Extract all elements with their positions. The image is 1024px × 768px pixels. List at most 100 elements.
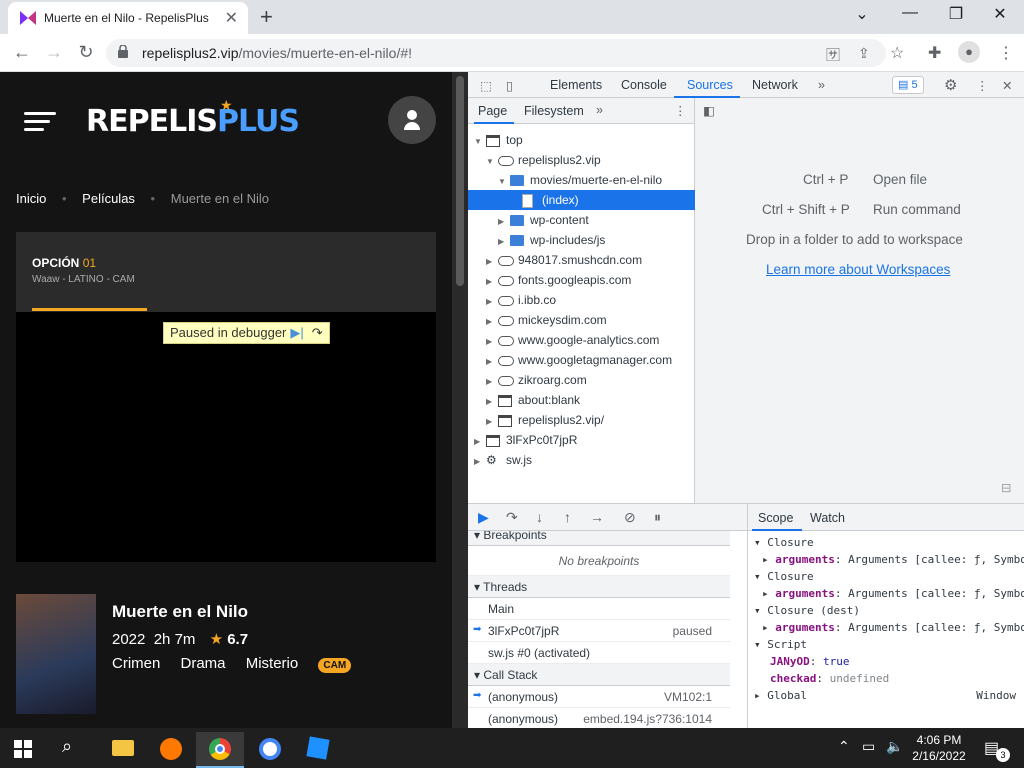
system-clock[interactable]: 4:06 PM 2/16/2022 bbox=[904, 732, 974, 764]
step-over-icon[interactable]: ↷ bbox=[312, 325, 323, 340]
website-scrollbar[interactable] bbox=[452, 72, 468, 728]
translate-icon[interactable]: 🈂 bbox=[826, 45, 840, 65]
collapsed-arrow-icon[interactable]: ▸ bbox=[762, 621, 775, 634]
app-icon[interactable] bbox=[294, 732, 342, 768]
tree-item[interactable]: ▶ ⚙ sw.js bbox=[468, 450, 695, 470]
scope-section[interactable]: ▸ Global Window bbox=[754, 689, 1020, 702]
inspect-element-icon[interactable]: ⬚ bbox=[480, 78, 492, 93]
devtools-menu-icon[interactable]: ⋮ bbox=[976, 78, 989, 93]
reload-icon[interactable]: ↻ bbox=[74, 42, 98, 63]
resume-execution-icon[interactable]: ▶ bbox=[478, 509, 489, 526]
genre-tag[interactable]: Crimen bbox=[112, 655, 160, 672]
tree-item[interactable]: ▶ about:blank bbox=[468, 390, 695, 410]
scope-section[interactable]: ▾ Closure bbox=[754, 536, 814, 549]
profile-icon[interactable]: ● bbox=[958, 41, 980, 63]
collapsed-arrow-icon[interactable]: ▶ bbox=[486, 377, 498, 386]
devtools-close-icon[interactable]: ✕ bbox=[1002, 78, 1012, 93]
extensions-icon[interactable]: ✚ bbox=[928, 43, 941, 63]
movie-poster[interactable] bbox=[16, 594, 96, 714]
chrome-dev-icon[interactable] bbox=[246, 732, 294, 768]
expanded-arrow-icon[interactable]: ▾ bbox=[754, 570, 767, 583]
breakpoints-section-header[interactable]: ▾ Breakpoints bbox=[468, 531, 730, 546]
nav-tab-page[interactable]: Page bbox=[478, 104, 507, 118]
restore-icon[interactable]: ❐ bbox=[936, 4, 976, 24]
tree-item[interactable]: ▶ zikroarg.com bbox=[468, 370, 695, 390]
expanded-arrow-icon[interactable]: ▼ bbox=[498, 177, 510, 186]
tab-watch[interactable]: Watch bbox=[810, 511, 845, 525]
nav-tab-filesystem[interactable]: Filesystem bbox=[524, 104, 584, 118]
tab-search-icon[interactable]: ⌄ bbox=[842, 4, 882, 24]
tab-scope[interactable]: Scope bbox=[758, 511, 793, 525]
genre-tag[interactable]: Drama bbox=[181, 655, 226, 672]
collapsed-arrow-icon[interactable]: ▸ bbox=[762, 553, 775, 566]
site-logo[interactable]: REPELISPLUS ★ bbox=[86, 98, 300, 139]
bookmark-star-icon[interactable]: ☆ bbox=[890, 43, 904, 63]
scope-section[interactable]: ▾ Closure (dest) bbox=[754, 604, 860, 617]
call-frame-row[interactable]: (anonymous) embed.194.js?736:1014 bbox=[468, 708, 730, 728]
step-out-icon[interactable]: ↑ bbox=[564, 509, 571, 525]
learn-workspaces-link[interactable]: Learn more about Workspaces bbox=[766, 262, 950, 277]
tree-item[interactable]: ▶ wp-content bbox=[468, 210, 695, 230]
chrome-icon[interactable] bbox=[196, 732, 244, 768]
video-player[interactable]: Paused in debugger ▶| ↷ bbox=[16, 312, 436, 562]
scope-property[interactable]: checkad: undefined bbox=[770, 672, 889, 685]
show-hidden-icons-icon[interactable]: ⌃ bbox=[838, 738, 850, 755]
collapsed-arrow-icon[interactable]: ▶ bbox=[486, 357, 498, 366]
collapsed-arrow-icon[interactable]: ▸ bbox=[762, 587, 775, 600]
collapsed-arrow-icon[interactable]: ▶ bbox=[486, 417, 498, 426]
tree-item[interactable]: ▶ www.google-analytics.com bbox=[468, 330, 695, 350]
tree-item[interactable]: ▼ movies/muerte-en-el-nilo bbox=[468, 170, 695, 190]
pause-on-exceptions-icon[interactable]: ⏸ bbox=[654, 509, 661, 526]
step-over-icon[interactable]: ↷ bbox=[506, 509, 518, 526]
genre-tag[interactable]: Misterio bbox=[246, 655, 299, 672]
collapsed-arrow-icon[interactable]: ▶ bbox=[486, 337, 498, 346]
browser-tab[interactable]: Muerte en el Nilo - RepelisPlus ✕ bbox=[8, 2, 248, 34]
call-stack-section-header[interactable]: ▾ Call Stack bbox=[468, 664, 730, 686]
collapsed-arrow-icon[interactable]: ▶ bbox=[486, 277, 498, 286]
avast-icon[interactable] bbox=[148, 732, 196, 768]
tree-item[interactable]: ▶ 948017.smushcdn.com bbox=[468, 250, 695, 270]
expanded-arrow-icon[interactable]: ▾ bbox=[754, 536, 767, 549]
navigator-menu-icon[interactable]: ⋮ bbox=[674, 103, 687, 118]
collapsed-arrow-icon[interactable]: ▶ bbox=[486, 297, 498, 306]
window-close-icon[interactable]: ✕ bbox=[980, 4, 1020, 24]
windows-start-icon[interactable] bbox=[14, 740, 32, 758]
tab-sources[interactable]: Sources bbox=[687, 78, 733, 92]
scope-property[interactable]: JANyOD: true bbox=[770, 655, 850, 668]
more-nav-tabs-icon[interactable]: » bbox=[596, 103, 603, 117]
settings-gear-icon[interactable]: ⚙ bbox=[944, 76, 957, 94]
expanded-arrow-icon[interactable]: ▼ bbox=[486, 157, 498, 166]
more-tabs-icon[interactable]: » bbox=[818, 78, 825, 92]
tab-close-icon[interactable]: ✕ bbox=[225, 8, 238, 28]
thread-row[interactable]: Main bbox=[468, 598, 730, 620]
file-explorer-icon[interactable] bbox=[98, 732, 146, 768]
scope-property[interactable]: ▸ arguments: Arguments [callee: ƒ, Symbo… bbox=[762, 553, 1024, 566]
collapsed-arrow-icon[interactable]: ▶ bbox=[486, 397, 498, 406]
breadcrumb-home[interactable]: Inicio bbox=[16, 191, 46, 206]
expanded-arrow-icon[interactable]: ▼ bbox=[474, 137, 486, 146]
issues-badge[interactable]: ▤ 5 bbox=[892, 76, 924, 94]
thread-row[interactable]: ➡ 3lFxPc0t7jpR paused bbox=[468, 620, 730, 642]
call-frame-row[interactable]: ➡ (anonymous) VM102:1 bbox=[468, 686, 730, 708]
tree-item[interactable]: ▼ top bbox=[468, 130, 695, 150]
expanded-arrow-icon[interactable]: ▾ bbox=[754, 604, 767, 617]
threads-section-header[interactable]: ▾ Threads bbox=[468, 576, 730, 598]
tab-console[interactable]: Console bbox=[621, 78, 667, 92]
share-icon[interactable]: ⇪ bbox=[858, 45, 870, 62]
collapsed-arrow-icon[interactable]: ▶ bbox=[498, 217, 510, 226]
breadcrumb-movies[interactable]: Películas bbox=[82, 191, 135, 206]
toggle-debugger-icon[interactable]: ⊟ bbox=[1001, 480, 1011, 495]
tree-item[interactable]: ▶ 3lFxPc0t7jpR bbox=[468, 430, 695, 450]
tree-item[interactable]: ▶ i.ibb.co bbox=[468, 290, 695, 310]
server-option-tab[interactable]: OPCIÓN 01 Waaw - LATINO - CAM bbox=[16, 232, 436, 312]
thread-row[interactable]: sw.js #0 (activated) bbox=[468, 642, 730, 664]
collapsed-arrow-icon[interactable]: ▶ bbox=[486, 257, 498, 266]
tree-item[interactable]: ▶ mickeysdim.com bbox=[468, 310, 695, 330]
network-icon[interactable]: ▭ bbox=[862, 738, 875, 755]
device-toolbar-icon[interactable]: ▯ bbox=[506, 78, 513, 93]
deactivate-breakpoints-icon[interactable]: ⊘ bbox=[624, 509, 636, 526]
scope-section[interactable]: ▾ Script bbox=[754, 638, 807, 651]
tree-item[interactable]: ▶ wp-includes/js bbox=[468, 230, 695, 250]
resume-icon[interactable]: ▶| bbox=[290, 325, 303, 340]
scope-property[interactable]: ▸ arguments: Arguments [callee: ƒ, Symbo… bbox=[762, 587, 1024, 600]
